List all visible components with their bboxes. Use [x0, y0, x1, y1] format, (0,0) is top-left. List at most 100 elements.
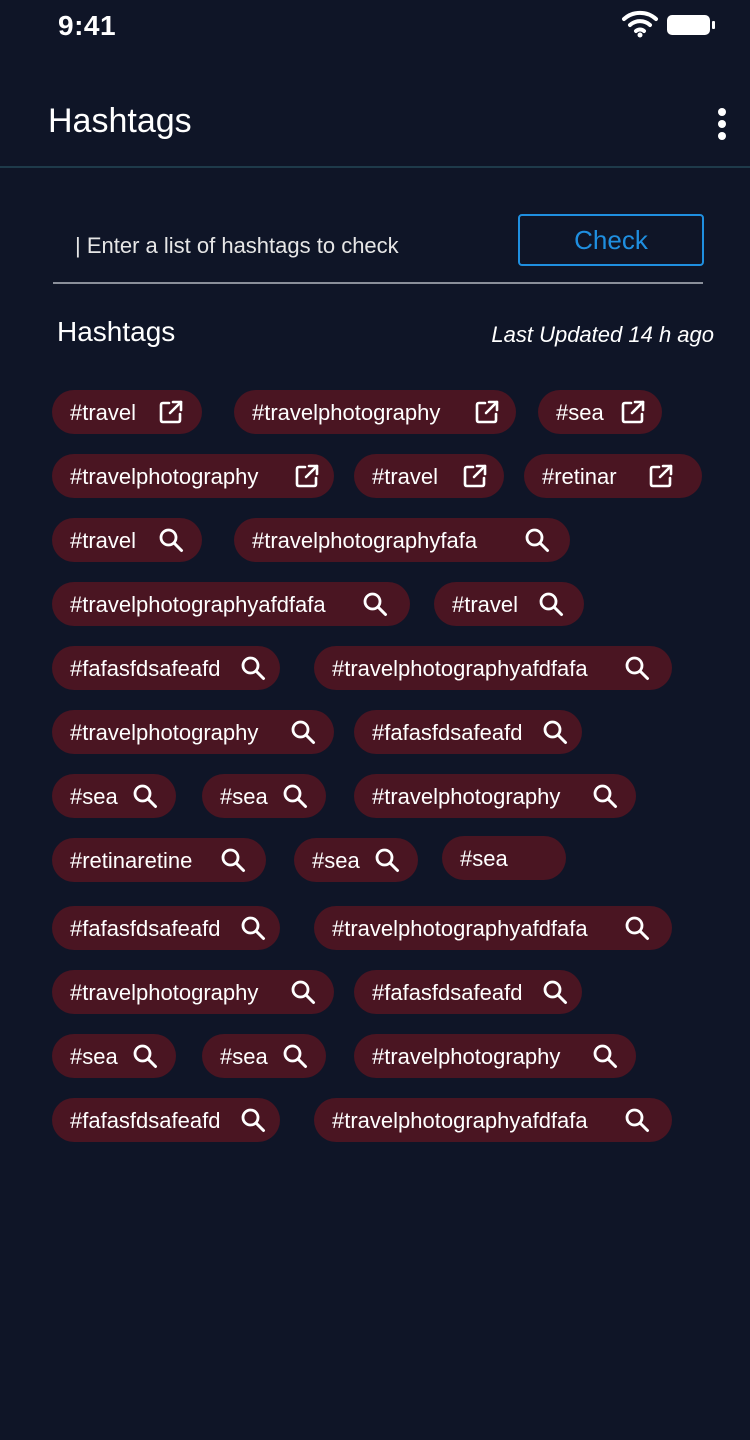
external-link-icon[interactable] — [474, 399, 500, 425]
hashtag-chip[interactable]: #fafasfdsafeafd — [354, 710, 582, 754]
hashtag-label: #fafasfdsafeafd — [372, 720, 523, 745]
hashtag-label: #sea — [70, 784, 118, 809]
check-button[interactable]: Check — [518, 214, 704, 266]
hashtag-label: #travelphotography — [70, 980, 259, 1005]
hashtag-chip[interactable]: #fafasfdsafeafd — [354, 970, 582, 1014]
search-icon[interactable] — [282, 783, 308, 809]
more-vert-icon-dot — [718, 132, 726, 140]
hashtag-label: #travel — [70, 528, 137, 553]
search-icon[interactable] — [220, 847, 246, 873]
more-options-button[interactable] — [706, 104, 738, 144]
hashtag-chip[interactable]: #fafasfdsafeafd — [52, 646, 280, 690]
hashtag-chip[interactable]: #sea — [202, 774, 326, 818]
search-icon[interactable] — [592, 783, 618, 809]
hashtag-chip[interactable]: #retinaretine — [52, 838, 266, 882]
battery-icon — [666, 14, 716, 36]
hashtag-chip[interactable]: #travelphotography — [52, 710, 334, 754]
hashtag-chip[interactable]: #travel — [354, 454, 504, 498]
hashtag-label: #travelphotographyafdfafa — [70, 592, 326, 617]
hashtag-chip[interactable]: #fafasfdsafeafd — [52, 906, 280, 950]
hashtag-chip[interactable]: #travelphotographyfafa — [234, 518, 570, 562]
hashtag-label: #travelphotography — [70, 464, 259, 489]
hashtag-chip[interactable]: #travel — [434, 582, 584, 626]
external-link-icon[interactable] — [294, 463, 320, 489]
hashtag-chip[interactable]: #sea — [202, 1034, 326, 1078]
search-icon[interactable] — [624, 655, 650, 681]
hashtag-label: #sea — [460, 846, 508, 871]
app-bar: Hashtags — [0, 80, 750, 168]
search-icon[interactable] — [240, 915, 266, 941]
search-icon[interactable] — [240, 1107, 266, 1133]
external-link-icon[interactable] — [158, 399, 184, 425]
hashtag-label: #travelphotography — [372, 784, 561, 809]
search-icon[interactable] — [362, 591, 388, 617]
hashtag-label: #fafasfdsafeafd — [70, 656, 221, 681]
more-vert-icon — [718, 108, 726, 116]
hashtag-chip[interactable]: #travelphotographyafdfafa — [52, 582, 410, 626]
search-icon[interactable] — [624, 915, 650, 941]
hashtag-label: #travelphotography — [372, 1044, 561, 1069]
hashtag-chip[interactable]: #travelphotography — [52, 454, 334, 498]
status-time: 9:41 — [58, 10, 117, 41]
hashtag-chip[interactable]: #travel — [52, 518, 202, 562]
hashtag-chip[interactable]: #travelphotographyafdfafa — [314, 646, 672, 690]
search-icon[interactable] — [538, 591, 564, 617]
external-link-icon[interactable] — [648, 463, 674, 489]
more-vert-icon-dot — [718, 120, 726, 128]
search-icon[interactable] — [132, 783, 158, 809]
hashtag-label: #sea — [220, 1044, 268, 1069]
wifi-icon — [620, 10, 660, 38]
external-link-icon[interactable] — [462, 463, 488, 489]
hashtag-chip[interactable]: #travelphotography — [354, 774, 636, 818]
hashtag-chip[interactable]: #travel — [52, 390, 202, 434]
search-icon[interactable] — [290, 979, 316, 1005]
hashtag-chip[interactable]: #sea — [294, 838, 418, 882]
search-icon[interactable] — [158, 527, 184, 553]
last-updated-label: Last Updated 14 h ago — [491, 322, 714, 347]
hashtag-chip[interactable]: #retinar — [524, 454, 702, 498]
search-icon[interactable] — [282, 1043, 308, 1069]
hashtag-label: #retinar — [542, 464, 617, 489]
hashtag-label: #fafasfdsafeafd — [372, 980, 523, 1005]
external-link-icon[interactable] — [620, 399, 646, 425]
hashtag-label: #travel — [452, 592, 519, 617]
hashtag-chip[interactable]: #sea — [538, 390, 662, 434]
search-icon[interactable] — [542, 979, 568, 1005]
hashtag-chip[interactable]: #travelphotography — [354, 1034, 636, 1078]
hashtag-chip[interactable]: #sea — [442, 836, 566, 880]
section-title: Hashtags — [57, 316, 176, 347]
hashtag-input-row: Check — [53, 210, 704, 284]
hashtag-chip[interactable]: #fafasfdsafeafd — [52, 1098, 280, 1142]
hashtag-label: #fafasfdsafeafd — [70, 916, 221, 941]
hashtag-label: #fafasfdsafeafd — [70, 1108, 221, 1133]
page-title: Hashtags — [48, 102, 192, 140]
hashtag-chip[interactable]: #travelphotographyafdfafa — [314, 1098, 672, 1142]
hashtag-label: #retinaretine — [70, 848, 193, 873]
search-icon[interactable] — [592, 1043, 618, 1069]
hashtag-chip[interactable]: #travelphotography — [234, 390, 516, 434]
hashtag-chip[interactable]: #travelphotography — [52, 970, 334, 1014]
hashtag-label: #travelphotographyafdfafa — [332, 1108, 588, 1133]
hashtag-label: #travelphotographyafdfafa — [332, 656, 588, 681]
hashtag-label: #travel — [70, 400, 137, 425]
status-bar: 9:41 — [0, 0, 750, 60]
hashtag-label: #travelphotographyafdfafa — [332, 916, 588, 941]
search-icon[interactable] — [132, 1043, 158, 1069]
hashtag-label: #travelphotography — [70, 720, 259, 745]
hashtag-label: #travel — [372, 464, 439, 489]
hashtag-chip[interactable]: #sea — [52, 774, 176, 818]
hashtag-input[interactable] — [75, 228, 495, 264]
search-icon[interactable] — [524, 527, 550, 553]
hashtag-chip[interactable]: #travelphotographyafdfafa — [314, 906, 672, 950]
hashtag-label: #travelphotographyfafa — [252, 528, 478, 553]
hashtag-label: #sea — [220, 784, 268, 809]
hashtag-chip[interactable]: #sea — [52, 1034, 176, 1078]
search-icon[interactable] — [624, 1107, 650, 1133]
hashtag-label: #sea — [556, 400, 604, 425]
search-icon[interactable] — [542, 719, 568, 745]
hashtag-label: #travelphotography — [252, 400, 441, 425]
search-icon[interactable] — [290, 719, 316, 745]
search-icon[interactable] — [374, 847, 400, 873]
hashtag-label: #sea — [70, 1044, 118, 1069]
search-icon[interactable] — [240, 655, 266, 681]
